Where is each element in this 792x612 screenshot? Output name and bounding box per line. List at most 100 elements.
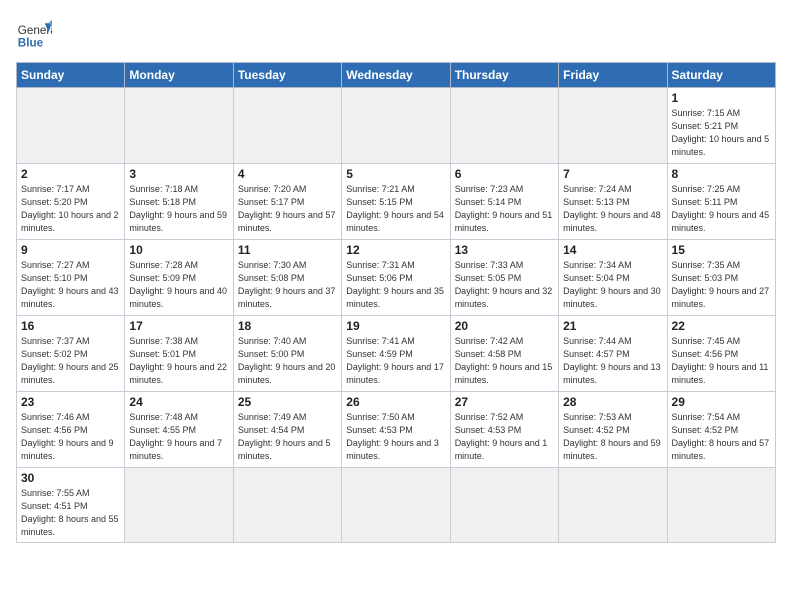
day-cell: 17Sunrise: 7:38 AM Sunset: 5:01 PM Dayli… <box>125 316 233 392</box>
day-cell: 3 Sunrise: 7:18 AM Sunset: 5:18 PM Daylig… <box>125 164 233 240</box>
day-cell: 15 Sunrise: 7:35 AM Sunset: 5:03 PM Dayli… <box>667 240 775 316</box>
day-number: 8 <box>672 167 771 181</box>
day-cell: 8 Sunrise: 7:25 AM Sunset: 5:11 PM Daylig… <box>667 164 775 240</box>
day-cell: 29Sunrise: 7:54 AM Sunset: 4:52 PM Dayli… <box>667 392 775 468</box>
day-number: 18 <box>238 319 337 333</box>
day-info: Sunrise: 7:23 AM Sunset: 5:14 PM Dayligh… <box>455 183 554 235</box>
day-info: Sunrise: 7:33 AM Sunset: 5:05 PM Dayligh… <box>455 259 554 311</box>
day-cell: 20Sunrise: 7:42 AM Sunset: 4:58 PM Dayli… <box>450 316 558 392</box>
day-number: 14 <box>563 243 662 257</box>
day-cell <box>559 468 667 543</box>
day-info: Sunrise: 7:18 AM Sunset: 5:18 PM Dayligh… <box>129 183 228 235</box>
day-info: Sunrise: 7:30 AM Sunset: 5:08 PM Dayligh… <box>238 259 337 311</box>
day-cell <box>342 468 450 543</box>
day-info: Sunrise: 7:28 AM Sunset: 5:09 PM Dayligh… <box>129 259 228 311</box>
day-header-friday: Friday <box>559 63 667 88</box>
generalblue-logo-icon: General Blue <box>16 16 52 52</box>
day-info: Sunrise: 7:48 AM Sunset: 4:55 PM Dayligh… <box>129 411 228 463</box>
day-cell: 9 Sunrise: 7:27 AM Sunset: 5:10 PM Daylig… <box>17 240 125 316</box>
day-number: 6 <box>455 167 554 181</box>
day-info: Sunrise: 7:44 AM Sunset: 4:57 PM Dayligh… <box>563 335 662 387</box>
day-info: Sunrise: 7:15 AM Sunset: 5:21 PM Dayligh… <box>672 107 771 159</box>
page: General Blue SundayMondayTuesdayWednesda… <box>0 0 792 612</box>
week-row-3: 9 Sunrise: 7:27 AM Sunset: 5:10 PM Daylig… <box>17 240 776 316</box>
day-cell: 19 Sunrise: 7:41 AM Sunset: 4:59 PM Dayli… <box>342 316 450 392</box>
svg-text:Blue: Blue <box>18 37 44 50</box>
day-cell: 28Sunrise: 7:53 AM Sunset: 4:52 PM Dayli… <box>559 392 667 468</box>
week-row-5: 23 Sunrise: 7:46 AM Sunset: 4:56 PM Dayli… <box>17 392 776 468</box>
day-cell <box>450 88 558 164</box>
week-row-2: 2 Sunrise: 7:17 AM Sunset: 5:20 PM Daylig… <box>17 164 776 240</box>
day-info: Sunrise: 7:25 AM Sunset: 5:11 PM Dayligh… <box>672 183 771 235</box>
day-cell <box>450 468 558 543</box>
day-cell: 14Sunrise: 7:34 AM Sunset: 5:04 PM Dayli… <box>559 240 667 316</box>
day-number: 11 <box>238 243 337 257</box>
day-header-thursday: Thursday <box>450 63 558 88</box>
day-number: 3 <box>129 167 228 181</box>
day-cell: 12 Sunrise: 7:31 AM Sunset: 5:06 PM Dayli… <box>342 240 450 316</box>
day-info: Sunrise: 7:17 AM Sunset: 5:20 PM Dayligh… <box>21 183 120 235</box>
day-number: 28 <box>563 395 662 409</box>
day-number: 4 <box>238 167 337 181</box>
day-info: Sunrise: 7:45 AM Sunset: 4:56 PM Dayligh… <box>672 335 771 387</box>
day-info: Sunrise: 7:31 AM Sunset: 5:06 PM Dayligh… <box>346 259 445 311</box>
day-number: 7 <box>563 167 662 181</box>
day-cell: 18 Sunrise: 7:40 AM Sunset: 5:00 PM Dayli… <box>233 316 341 392</box>
day-cell: 30Sunrise: 7:55 AM Sunset: 4:51 PM Dayli… <box>17 468 125 543</box>
day-info: Sunrise: 7:38 AM Sunset: 5:01 PM Dayligh… <box>129 335 228 387</box>
day-number: 10 <box>129 243 228 257</box>
day-info: Sunrise: 7:46 AM Sunset: 4:56 PM Dayligh… <box>21 411 120 463</box>
day-number: 2 <box>21 167 120 181</box>
day-number: 19 <box>346 319 445 333</box>
day-cell: 11 Sunrise: 7:30 AM Sunset: 5:08 PM Dayli… <box>233 240 341 316</box>
day-cell: 26Sunrise: 7:50 AM Sunset: 4:53 PM Dayli… <box>342 392 450 468</box>
day-info: Sunrise: 7:49 AM Sunset: 4:54 PM Dayligh… <box>238 411 337 463</box>
day-info: Sunrise: 7:37 AM Sunset: 5:02 PM Dayligh… <box>21 335 120 387</box>
calendar-table: SundayMondayTuesdayWednesdayThursdayFrid… <box>16 62 776 543</box>
day-info: Sunrise: 7:55 AM Sunset: 4:51 PM Dayligh… <box>21 487 120 539</box>
day-info: Sunrise: 7:40 AM Sunset: 5:00 PM Dayligh… <box>238 335 337 387</box>
day-cell: 1 Sunrise: 7:15 AM Sunset: 5:21 PM Daylig… <box>667 88 775 164</box>
day-number: 1 <box>672 91 771 105</box>
day-info: Sunrise: 7:41 AM Sunset: 4:59 PM Dayligh… <box>346 335 445 387</box>
week-row-6: 30Sunrise: 7:55 AM Sunset: 4:51 PM Dayli… <box>17 468 776 543</box>
day-number: 16 <box>21 319 120 333</box>
week-row-1: 1 Sunrise: 7:15 AM Sunset: 5:21 PM Daylig… <box>17 88 776 164</box>
day-info: Sunrise: 7:24 AM Sunset: 5:13 PM Dayligh… <box>563 183 662 235</box>
day-number: 9 <box>21 243 120 257</box>
day-number: 20 <box>455 319 554 333</box>
day-cell: 6 Sunrise: 7:23 AM Sunset: 5:14 PM Daylig… <box>450 164 558 240</box>
day-cell: 7 Sunrise: 7:24 AM Sunset: 5:13 PM Daylig… <box>559 164 667 240</box>
day-cell: 21 Sunrise: 7:44 AM Sunset: 4:57 PM Dayli… <box>559 316 667 392</box>
day-number: 25 <box>238 395 337 409</box>
day-cell: 10 Sunrise: 7:28 AM Sunset: 5:09 PM Dayli… <box>125 240 233 316</box>
day-cell <box>125 468 233 543</box>
day-info: Sunrise: 7:20 AM Sunset: 5:17 PM Dayligh… <box>238 183 337 235</box>
day-cell: 25 Sunrise: 7:49 AM Sunset: 4:54 PM Dayli… <box>233 392 341 468</box>
day-cell: 16 Sunrise: 7:37 AM Sunset: 5:02 PM Dayli… <box>17 316 125 392</box>
day-cell: 2 Sunrise: 7:17 AM Sunset: 5:20 PM Daylig… <box>17 164 125 240</box>
day-number: 12 <box>346 243 445 257</box>
day-header-tuesday: Tuesday <box>233 63 341 88</box>
day-number: 26 <box>346 395 445 409</box>
day-cell <box>233 468 341 543</box>
day-cell <box>667 468 775 543</box>
day-number: 5 <box>346 167 445 181</box>
day-cell: 5Sunrise: 7:21 AM Sunset: 5:15 PM Daylig… <box>342 164 450 240</box>
day-info: Sunrise: 7:27 AM Sunset: 5:10 PM Dayligh… <box>21 259 120 311</box>
week-row-4: 16 Sunrise: 7:37 AM Sunset: 5:02 PM Dayli… <box>17 316 776 392</box>
day-cell: 23 Sunrise: 7:46 AM Sunset: 4:56 PM Dayli… <box>17 392 125 468</box>
day-number: 23 <box>21 395 120 409</box>
day-number: 22 <box>672 319 771 333</box>
day-header-monday: Monday <box>125 63 233 88</box>
day-cell <box>125 88 233 164</box>
day-cell: 13Sunrise: 7:33 AM Sunset: 5:05 PM Dayli… <box>450 240 558 316</box>
day-number: 21 <box>563 319 662 333</box>
header: General Blue <box>16 16 776 52</box>
day-cell <box>17 88 125 164</box>
day-cell <box>559 88 667 164</box>
day-number: 15 <box>672 243 771 257</box>
day-info: Sunrise: 7:35 AM Sunset: 5:03 PM Dayligh… <box>672 259 771 311</box>
day-cell: 4 Sunrise: 7:20 AM Sunset: 5:17 PM Daylig… <box>233 164 341 240</box>
day-header-sunday: Sunday <box>17 63 125 88</box>
